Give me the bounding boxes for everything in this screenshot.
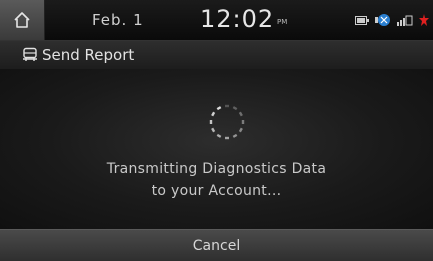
- battery-icon: [355, 15, 369, 25]
- alert-icon: [419, 14, 429, 26]
- spinner-dot: [225, 104, 229, 108]
- page-title: Send Report: [42, 46, 135, 64]
- home-icon: [14, 12, 30, 28]
- spinner-dot: [216, 106, 222, 111]
- title-bar: Send Report: [0, 40, 433, 69]
- signal-icon: [397, 15, 413, 26]
- spinner-dot: [211, 111, 216, 117]
- home-button[interactable]: [0, 0, 45, 40]
- status-icons: [355, 12, 429, 28]
- spinner-dot: [216, 133, 222, 138]
- cancel-button[interactable]: Cancel: [0, 229, 433, 261]
- status-message-line1: Transmitting Diagnostics Data: [106, 161, 327, 177]
- date-display: Feb. 1: [92, 11, 144, 29]
- loading-spinner-icon: [209, 104, 245, 140]
- spinner-dot: [241, 120, 245, 124]
- content-area: Transmitting Diagnostics Data to your Ac…: [0, 69, 433, 229]
- spinner-dot: [238, 111, 243, 117]
- car-report-icon: [23, 47, 37, 61]
- phone-connection-icon: [375, 14, 390, 26]
- status-message-line2: to your Account...: [151, 183, 282, 199]
- spinner-dot: [225, 136, 229, 140]
- spinner-dot: [238, 127, 243, 133]
- spinner-dot: [232, 106, 238, 111]
- ampm-indicator: PM: [277, 18, 288, 26]
- spinner-dot: [232, 133, 238, 138]
- status-bar: Feb. 1 12:02 PM: [0, 0, 433, 40]
- clock-display: 12:02: [200, 5, 275, 33]
- spinner-dot: [211, 127, 216, 133]
- spinner-dot: [209, 120, 213, 124]
